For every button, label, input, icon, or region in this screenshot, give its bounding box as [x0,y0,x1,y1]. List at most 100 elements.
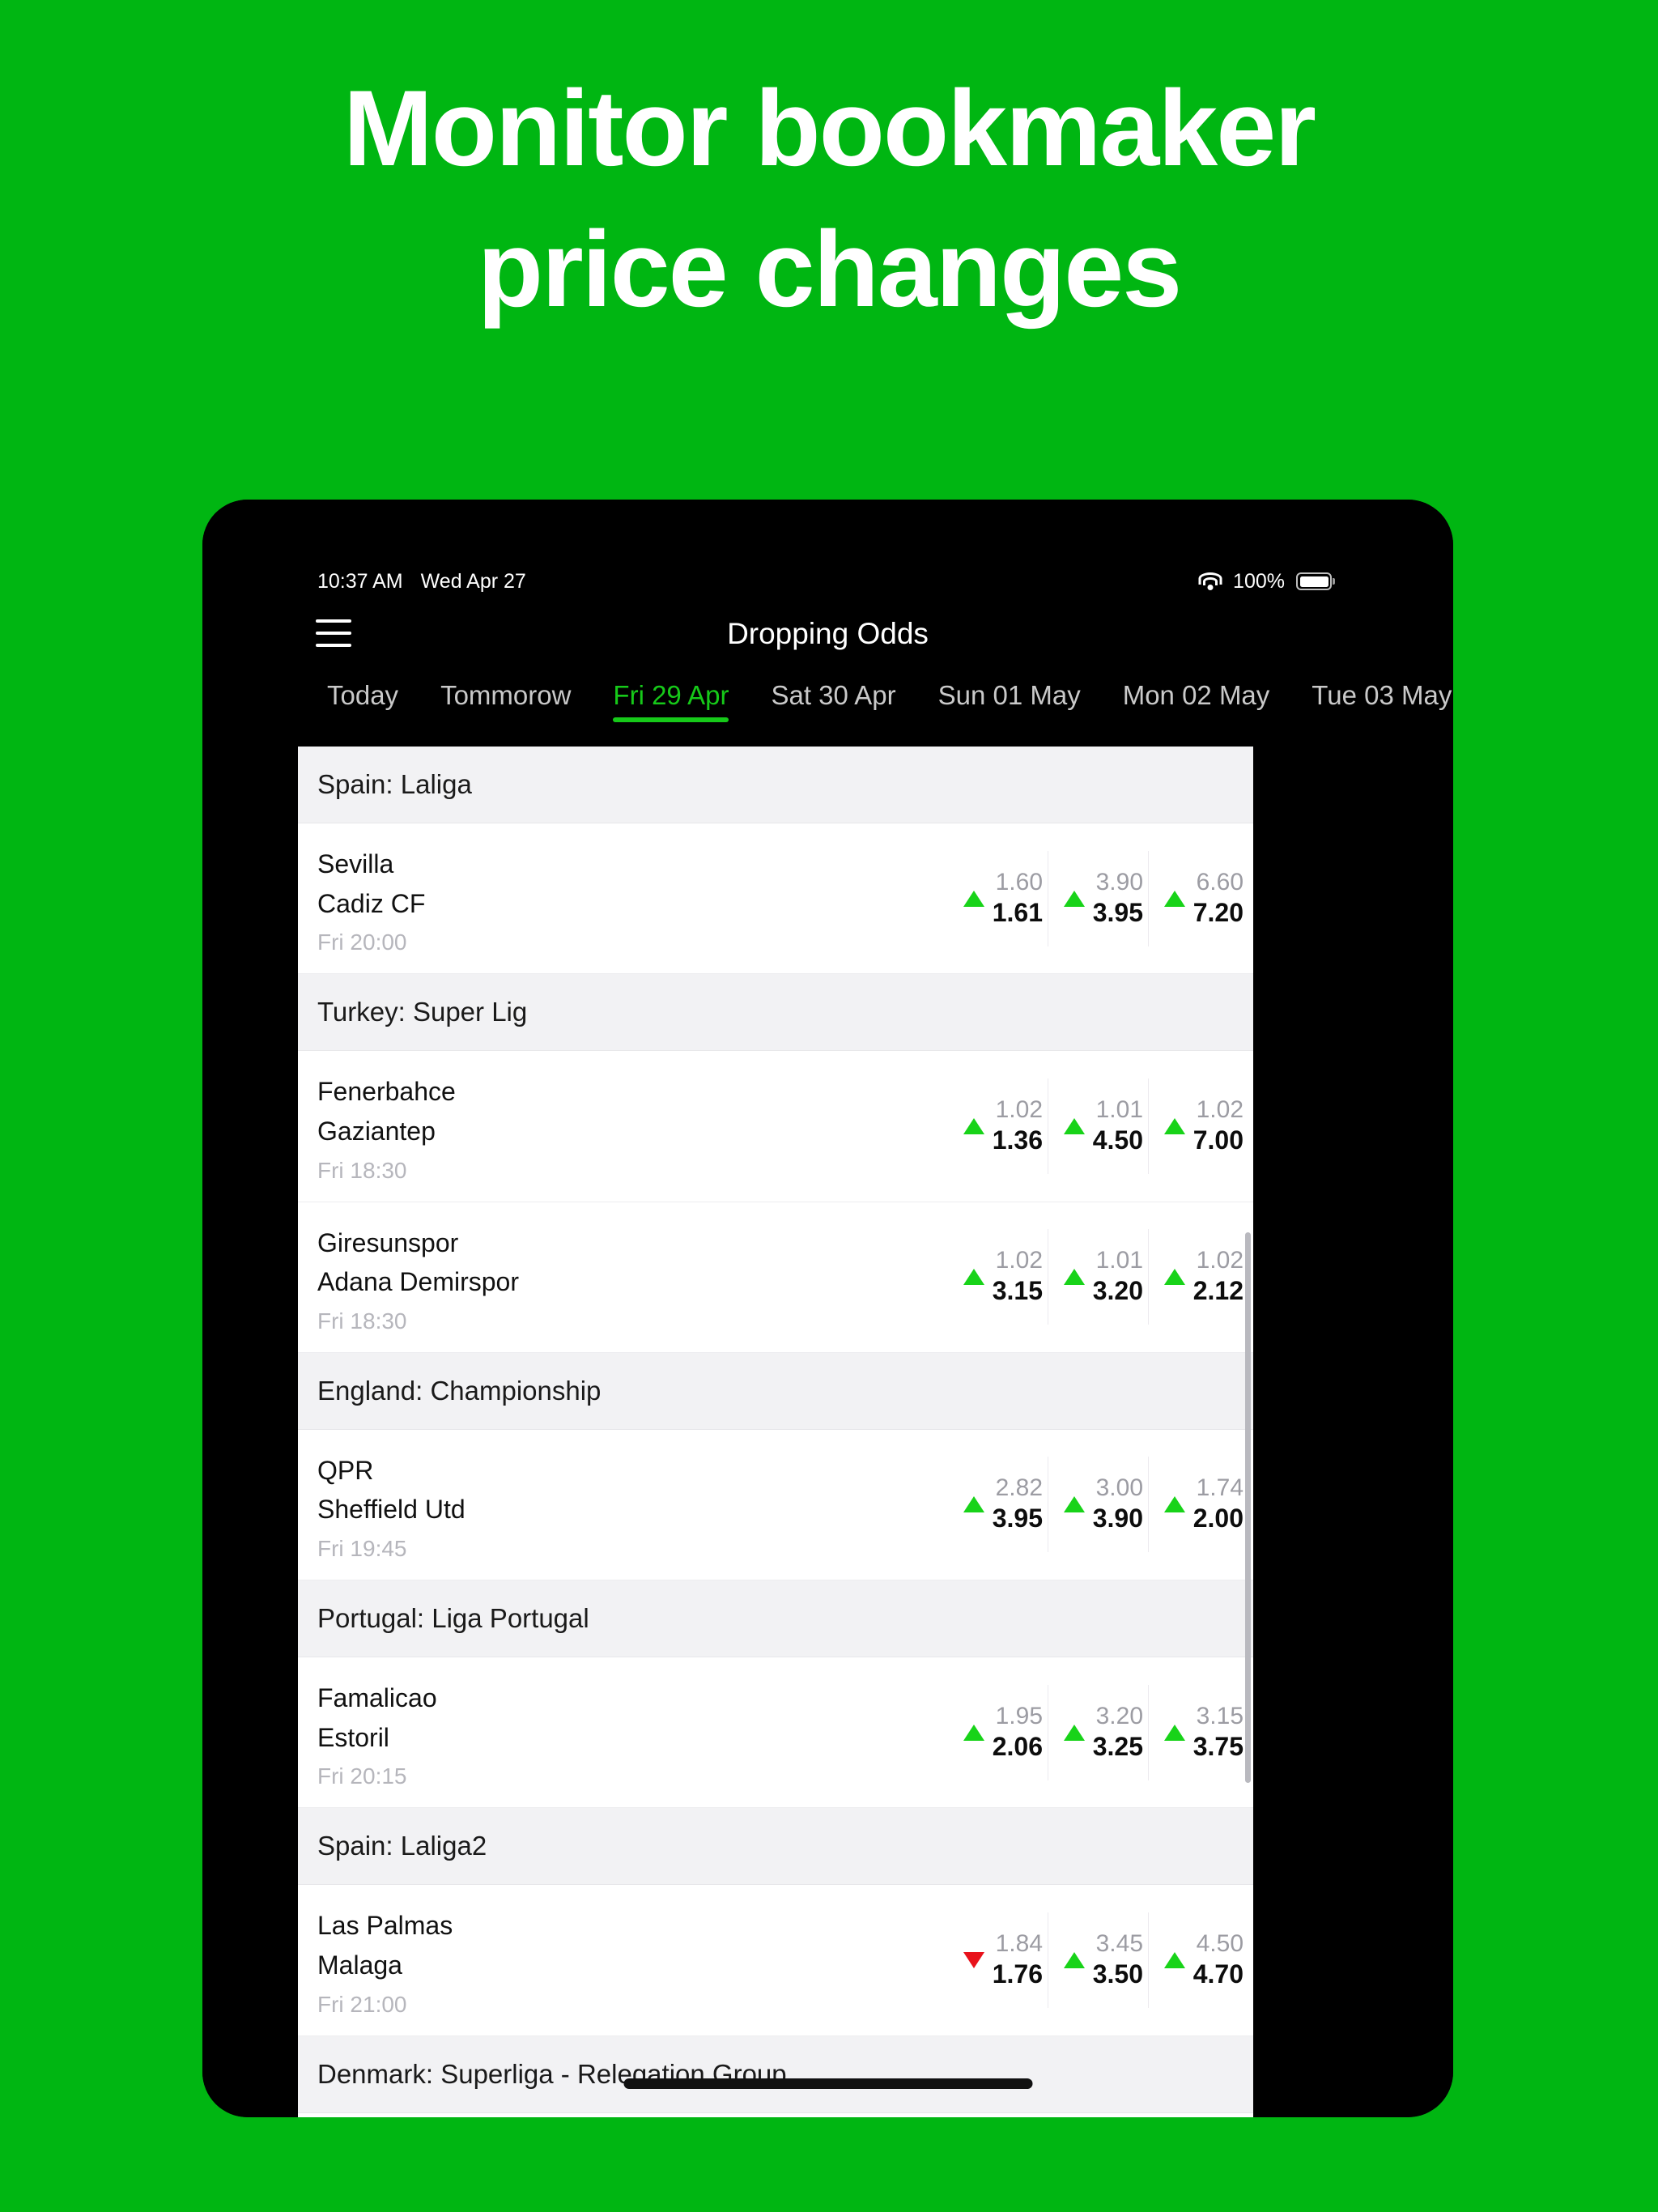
odds-new-value: 2.06 [992,1731,1043,1761]
home-team: Famalicao [317,1683,437,1712]
odds-new-value: 1.76 [992,1959,1043,1989]
league-header: Turkey: Super Lig [298,974,1253,1052]
odds-list-panel[interactable]: Spain: Laliga Sevilla Cadiz CF Fri 20:00 1.6… [298,747,1253,2117]
odds-cell[interactable]: 2.82 3.95 [947,1457,1048,1552]
home-indicator-area [202,2072,1453,2117]
home-team: Las Palmas [317,1911,453,1941]
odds-old-value: 1.74 [1196,1474,1244,1502]
kickoff-time: Fri 20:00 [317,929,407,955]
odds-values: 1.02 3.15 [993,1247,1043,1307]
date-tab[interactable]: Tue 03 May [1312,674,1452,722]
odds-group: 1.84 1.76 3.45 3.50 4.50 4.70 [947,1885,1253,2035]
arrow-up-icon [963,1269,984,1286]
arrow-up-icon [1163,1496,1185,1513]
odds-cell[interactable]: 3.20 3.25 [1048,1684,1148,1780]
match-row[interactable]: Giresunspor Adana Demirspor Fri 18:30 1.02 3… [298,1202,1253,1353]
odds-new-value: 3.50 [1092,1959,1143,1989]
odds-new-value: 1.61 [992,897,1043,927]
arrow-up-icon [1063,1269,1085,1286]
odds-cell[interactable]: 1.60 1.61 [947,851,1048,946]
match-row[interactable]: Sevilla Cadiz CF Fri 20:00 1.60 1.61 3.90 3.95… [298,823,1253,975]
odds-values: 1.60 1.61 [993,869,1043,929]
arrow-up-icon [1163,1724,1185,1741]
odds-cell[interactable]: 1.02 2.12 [1148,1229,1248,1325]
odds-values: 3.20 3.25 [1093,1703,1143,1763]
odds-new-value: 2.12 [1192,1276,1244,1305]
match-row[interactable]: Las Palmas Malaga Fri 21:00 1.84 1.76 3.45 3.5… [298,1885,1253,2036]
kickoff-time: Fri 20:15 [317,1763,407,1789]
arrow-up-icon [1063,1724,1085,1741]
odds-old-value: 1.02 [1196,1095,1244,1123]
battery-full-icon [1296,572,1332,590]
odds-values: 1.84 1.76 [993,1930,1043,1990]
status-bar-time: 10:37 AM [317,569,403,593]
odds-new-value: 4.50 [1092,1125,1143,1155]
odds-cell[interactable]: 1.74 2.00 [1148,1457,1248,1553]
league-header: Spain: Laliga2 [298,1808,1253,1886]
odds-cell[interactable]: 6.60 7.20 [1148,850,1248,946]
odds-values: 1.01 4.50 [1093,1096,1143,1156]
hamburger-menu-icon[interactable] [316,619,351,647]
odds-old-value: 1.01 [1095,1247,1143,1274]
date-tab[interactable]: Mon 02 May [1123,674,1270,722]
odds-group: 1.60 1.61 3.90 3.95 6.60 7.20 [947,823,1253,973]
odds-group: 1.95 2.06 3.20 3.25 3.15 3.75 [947,1657,1253,1807]
odds-old-value: 1.02 [995,1247,1043,1274]
odds-cell[interactable]: 3.15 3.75 [1148,1684,1248,1780]
odds-cell[interactable]: 1.02 7.00 [1148,1078,1248,1174]
date-tab[interactable]: Tommorow [440,674,571,722]
odds-cell[interactable]: 1.01 4.50 [1048,1078,1148,1174]
odds-cell[interactable]: 1.02 3.15 [947,1229,1048,1325]
match-row[interactable]: Fenerbahce Gaziantep Fri 18:30 1.02 1.36 1.01… [298,1051,1253,1202]
home-indicator[interactable] [623,2078,1032,2089]
date-tab[interactable]: Sat 30 Apr [771,674,895,722]
kickoff-time: Fri 19:45 [317,1536,407,1561]
odds-values: 1.01 3.20 [1093,1247,1143,1307]
odds-group: 1.02 3.15 1.01 3.20 1.02 2.12 [947,1202,1253,1352]
odds-values: 6.60 7.20 [1193,869,1244,929]
match-row[interactable]: Famalicao Estoril Fri 20:15 1.95 2.06 3.20 3.2… [298,1657,1253,1809]
odds-new-value: 7.20 [1192,897,1244,927]
arrow-up-icon [1163,1951,1185,1968]
odds-values: 1.95 2.06 [993,1703,1043,1763]
odds-old-value: 3.15 [1196,1702,1244,1729]
app-navbar: Dropping Odds [202,605,1453,663]
date-tab[interactable]: Sun 01 May [938,674,1081,722]
odds-old-value: 6.60 [1196,868,1244,895]
ios-status-bar: 10:37 AM Wed Apr 27 100% [202,563,1453,600]
odds-cell[interactable]: 1.02 1.36 [947,1078,1048,1174]
arrow-up-icon [1063,1117,1085,1134]
odds-cell[interactable]: 1.01 3.20 [1048,1229,1148,1325]
odds-values: 4.50 4.70 [1193,1930,1244,1990]
odds-values: 3.90 3.95 [1093,869,1143,929]
odds-new-value: 1.36 [992,1125,1043,1155]
odds-new-value: 3.25 [1092,1731,1143,1761]
match-teams: Giresunspor Adana Demirspor Fri 18:30 [298,1202,947,1352]
odds-cell[interactable]: 1.84 1.76 [947,1912,1048,2008]
away-team: Malaga [317,1950,402,1980]
odds-cell[interactable]: 3.00 3.90 [1048,1457,1148,1553]
odds-cell[interactable]: 3.45 3.50 [1048,1912,1148,2008]
date-tab[interactable]: Today [327,674,398,722]
odds-new-value: 4.70 [1192,1959,1244,1989]
page-title: Dropping Odds [727,617,929,650]
odds-cell[interactable]: 4.50 4.70 [1148,1912,1248,2008]
odds-cell[interactable]: 1.95 2.06 [947,1685,1048,1780]
date-tabs[interactable]: Today Tommorow Fri 29 Apr Sat 30 Apr Sun 01 … [202,674,1453,737]
odds-new-value: 2.00 [1192,1504,1244,1534]
league-header: Portugal: Liga Portugal [298,1580,1253,1657]
vertical-scrollbar[interactable] [1245,1232,1251,1783]
home-team: QPR [317,1455,374,1485]
promo-headline-line1: Monitor bookmaker [342,69,1316,189]
home-team: Giresunspor [317,1227,459,1257]
date-tab[interactable]: Fri 29 Apr [613,674,729,722]
kickoff-time: Fri 21:00 [317,1991,407,2017]
home-team: Fenerbahce [317,1077,456,1107]
odds-values: 1.02 7.00 [1193,1096,1244,1156]
odds-cell[interactable]: 3.90 3.95 [1048,850,1148,946]
kickoff-time: Fri 18:30 [317,1308,407,1334]
match-row[interactable]: QPR Sheffield Utd Fri 19:45 2.82 3.95 3.00 3.9… [298,1429,1253,1580]
wifi-icon [1198,572,1222,590]
match-teams: Sevilla Cadiz CF Fri 20:00 [298,823,947,973]
away-team: Estoril [317,1722,389,1752]
